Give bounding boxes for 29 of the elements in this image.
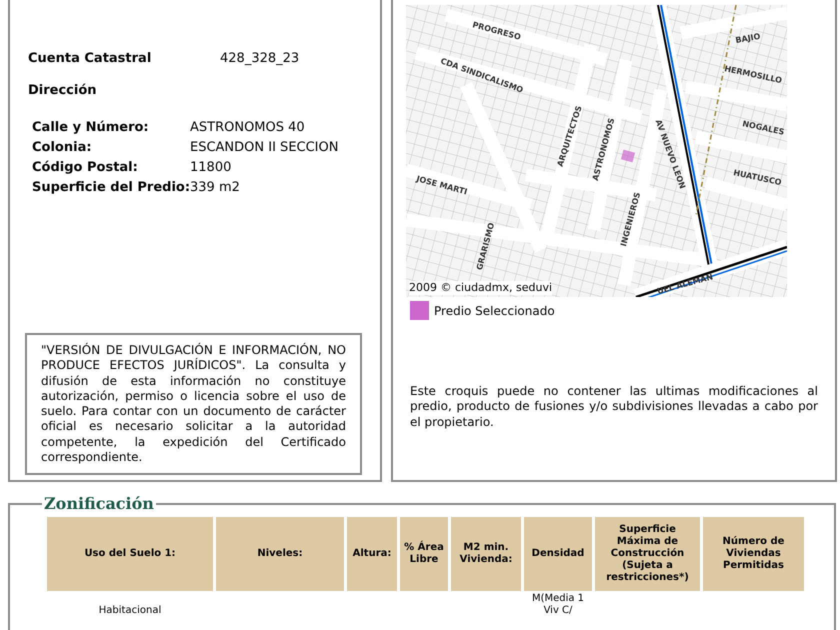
table-cell: Habitacional: [98, 605, 162, 617]
column-header: M2 min. Vivienda:: [451, 517, 521, 591]
address-value: 339 m2: [190, 179, 240, 197]
table-cell-text: M(Media 1 Viv C/: [530, 593, 586, 617]
column-header: Niveles:: [216, 517, 344, 591]
column-header: Número de Viviendas Permitidas: [703, 517, 804, 591]
legend-label: Predio Seleccionado: [434, 304, 555, 318]
account-label: Cuenta Catastral: [28, 51, 152, 66]
address-value: ASTRONOMOS 40: [190, 119, 305, 137]
address-value: ESCANDON II SECCION: [190, 139, 338, 157]
address-heading: Dirección: [28, 83, 98, 98]
street-label: BAJIO: [734, 32, 762, 45]
column-header: Uso del Suelo 1:: [47, 517, 213, 591]
selected-parcel: [620, 150, 636, 162]
disclaimer-box: "VERSIÓN DE DIVULGACIÓN E INFORMACIÓN, NO PRODUCE EFECTOS JURÍDICOS". La consulta y difusión de esta información no constituye autorización, permiso o licencia sobre el uso de suelo. Para contar con un documento de carácter oficial es necesario solicitar a la autoridad competente, la expedición del Certificado correspondiente.: [25, 333, 362, 475]
zoning-title: Zonificación: [43, 494, 155, 513]
column-header: Altura:: [347, 517, 397, 591]
column-header: % Área Libre: [400, 517, 448, 591]
street-label: JOSE MARTI: [415, 174, 468, 196]
column-header: Superficie Máxima de Construcción (Sujeta a restricciones*): [595, 517, 700, 591]
account-value: 428_328_23: [220, 51, 300, 66]
map-note: Este croquis puede no contener las ultimas modificaciones al predio, producto de fusiones y/o subdivisiones llevadas a cabo por el propietario.: [410, 384, 818, 430]
column-header: Densidad: [524, 517, 592, 591]
address-value: 11800: [190, 159, 232, 177]
map-credit: 2009 © ciudadmx, seduvi: [409, 281, 552, 295]
address-label: Calle y Número:: [32, 119, 150, 137]
address-label: Código Postal:: [32, 159, 139, 177]
address-label: Superficie del Predio:: [32, 179, 190, 197]
address-label: Colonia:: [32, 139, 93, 157]
